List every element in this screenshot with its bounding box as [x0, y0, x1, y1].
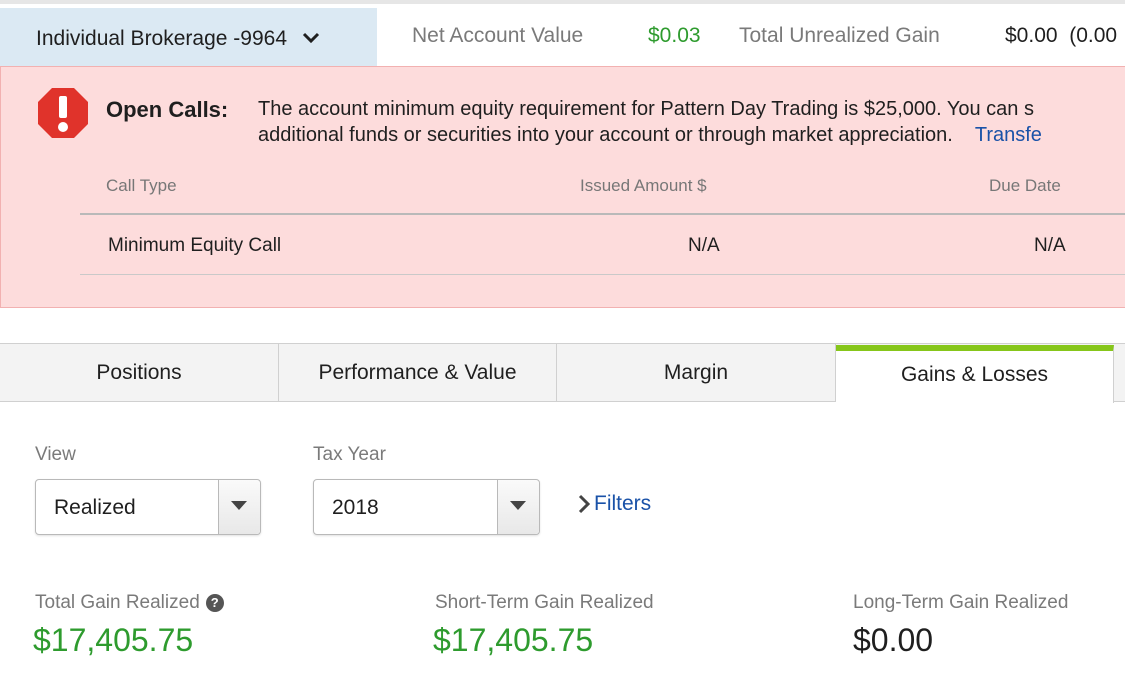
total-gain-value: $17,405.75 — [33, 622, 194, 658]
call-type-cell: Minimum Equity Call — [108, 235, 282, 256]
exclamation-octagon-icon — [37, 87, 89, 139]
view-label: View — [35, 444, 76, 465]
alert-message-line2: additional funds or securities into your… — [258, 124, 953, 146]
tax-year-select-value: 2018 — [332, 496, 379, 519]
total-gain-label-text: Total Gain Realized — [35, 592, 200, 613]
tax-year-label: Tax Year — [313, 444, 386, 465]
account-header: Individual Brokerage -9964 Net Account V… — [0, 0, 1125, 70]
tab-positions[interactable]: Positions — [0, 344, 279, 401]
alert-title: Open Calls: — [106, 97, 229, 122]
net-value-label: Net Account Value — [412, 24, 584, 47]
tab-label: Positions — [96, 360, 182, 384]
total-gain-label: Total Gain Realized? — [35, 592, 224, 614]
unrealized-label: Total Unrealized Gain — [739, 24, 940, 47]
column-header-call-type: Call Type — [106, 176, 177, 195]
filters-toggle[interactable]: Filters — [577, 492, 651, 516]
table-row: Minimum Equity Call N/A N/A — [80, 215, 1125, 275]
view-select[interactable]: Realized — [35, 479, 261, 535]
tab-label: Gains & Losses — [900, 363, 1049, 386]
table-header: Call Type Issued Amount $ Due Date — [80, 163, 1125, 215]
chevron-down-icon — [301, 27, 321, 51]
tab-performance-value[interactable]: Performance & Value — [279, 344, 557, 401]
transfer-link[interactable]: Transfe — [975, 124, 1042, 146]
open-calls-table: Call Type Issued Amount $ Due Date Minim… — [80, 163, 1125, 275]
short-term-gain-label: Short-Term Gain Realized — [435, 592, 654, 613]
due-date-cell: N/A — [1034, 235, 1066, 256]
long-term-gain-value: $0.00 — [853, 622, 934, 658]
view-select-value: Realized — [54, 496, 136, 519]
alert-message-line1: The account minimum equity requirement f… — [258, 98, 1034, 120]
account-selector[interactable]: Individual Brokerage -9964 — [0, 8, 377, 70]
unrealized-value: $0.00 (0.00 — [1005, 24, 1118, 47]
tab-gains-losses[interactable]: Gains & Losses — [836, 345, 1114, 403]
chevron-right-icon — [578, 494, 591, 514]
tab-margin[interactable]: Margin — [557, 344, 836, 401]
short-term-gain-value: $17,405.75 — [433, 622, 594, 658]
filters-link: Filters — [594, 492, 652, 515]
alert-message: The account minimum equity requirement f… — [258, 96, 1125, 148]
issued-amount-cell: N/A — [688, 235, 720, 256]
column-header-issued-amount: Issued Amount $ — [580, 176, 707, 195]
help-icon[interactable]: ? — [205, 594, 224, 612]
tab-label: Margin — [663, 360, 729, 384]
account-tabs: Positions Performance & Value Margin Gai… — [0, 343, 1125, 403]
account-name: Individual Brokerage -9964 — [36, 27, 287, 50]
net-value: $0.03 — [648, 24, 701, 47]
column-header-due-date: Due Date — [989, 176, 1061, 195]
tab-label: Performance & Value — [318, 360, 517, 384]
open-calls-alert: Open Calls: The account minimum equity r… — [0, 66, 1125, 308]
long-term-gain-label: Long-Term Gain Realized — [853, 592, 1069, 613]
tax-year-select[interactable]: 2018 — [313, 479, 540, 535]
dropdown-arrow-icon[interactable] — [218, 480, 260, 534]
dropdown-arrow-icon[interactable] — [497, 480, 539, 534]
